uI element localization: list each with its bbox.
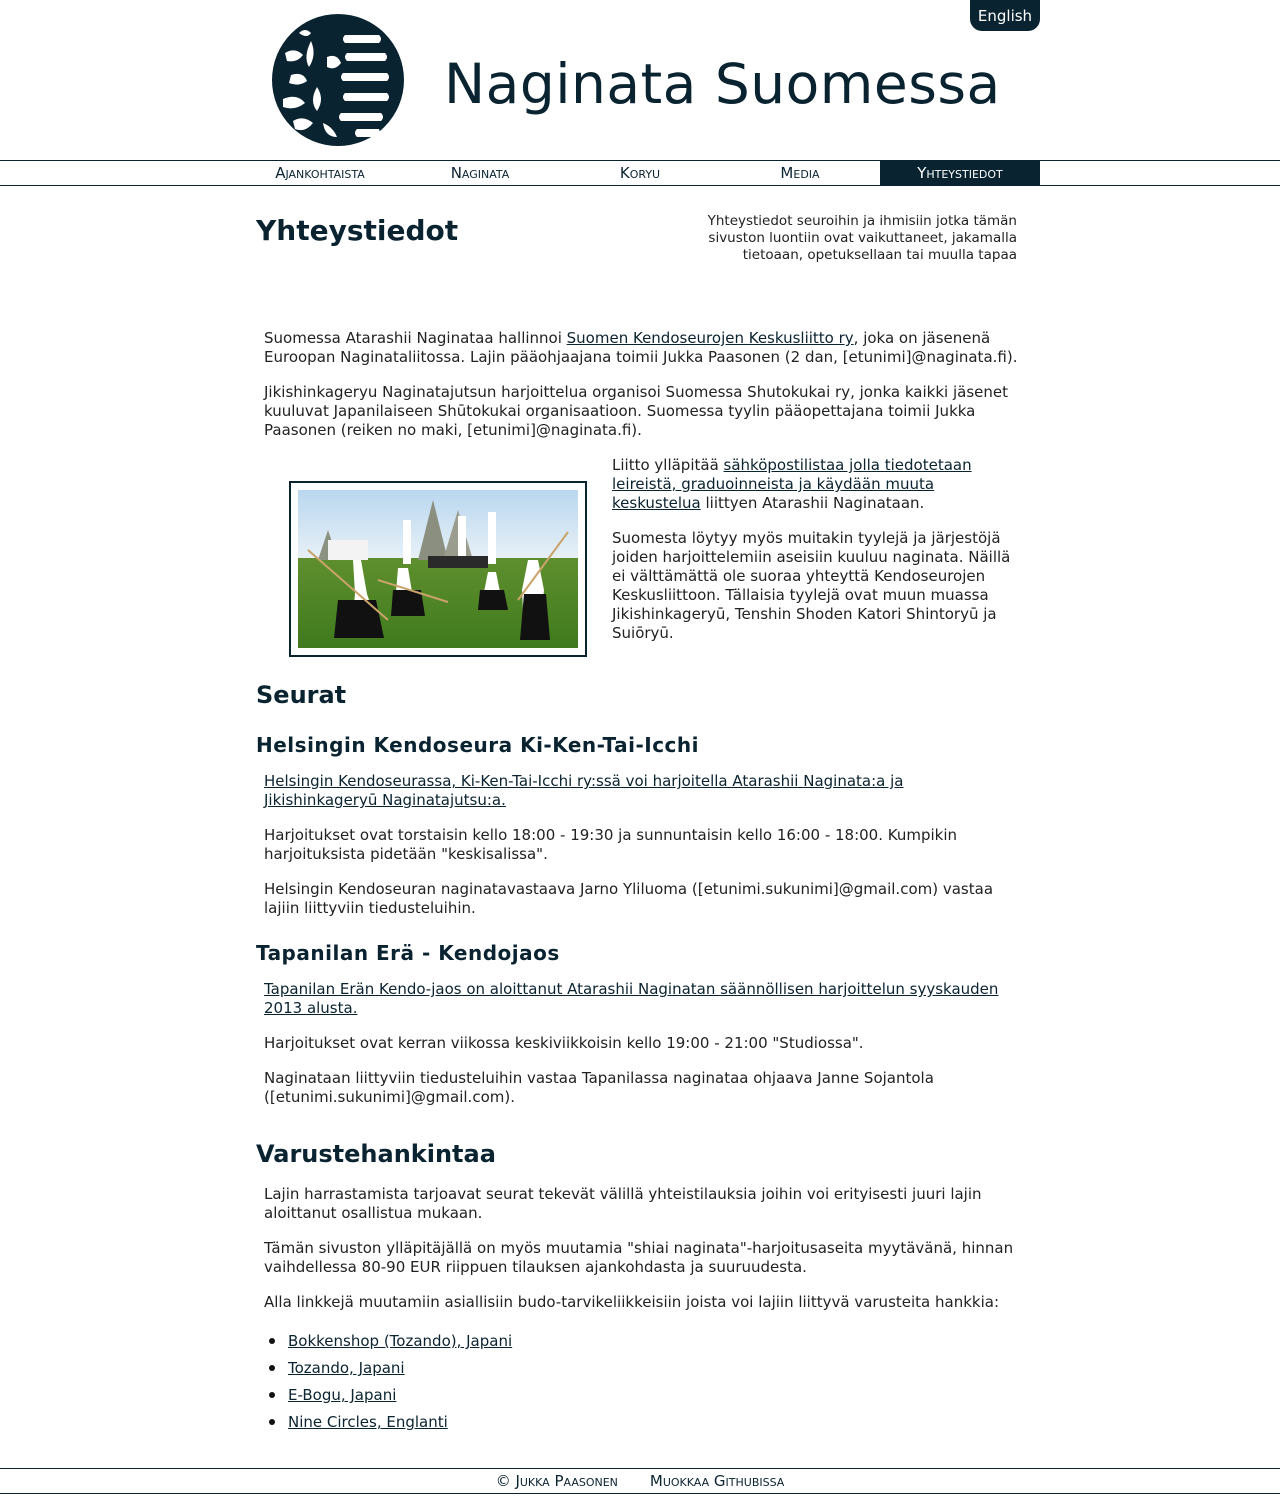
equipment-section: Lajin harrastamista tarjoavat seurat tek… [264, 1185, 1018, 1312]
edit-on-github-link[interactable]: Muokkaa Githubissa [650, 1472, 784, 1490]
list-item: Bokkenshop (Tozando), Japani [264, 1331, 512, 1358]
equipment-paragraph-2: Tämän sivuston ylläpitäjällä on myös muu… [264, 1239, 1014, 1276]
equipment-paragraph-1: Lajin harrastamista tarjoavat seurat tek… [264, 1185, 982, 1222]
shop-link-tozando[interactable]: Tozando, Japani [288, 1359, 405, 1377]
intro-paragraph-1: Suomessa Atarashii Naginataa hallinnoi S… [264, 329, 1018, 366]
club-tapanila-paragraph-2: Harjoitukset ovat kerran viikossa keskiv… [264, 1034, 864, 1052]
intro-paragraph-3: Liitto ylläpitää sähköpostilistaa jolla … [612, 456, 972, 512]
club-helsinki: Helsingin Kendoseurassa, Ki-Ken-Tai-Icch… [264, 772, 1018, 918]
club-title-tapanila: Tapanilan Erä - Kendojaos [256, 941, 560, 965]
intro-side-text: Liitto ylläpitää sähköpostilistaa jolla … [612, 456, 1022, 643]
naginata-practice-photo-icon [298, 490, 578, 648]
nav-item-media[interactable]: Media [720, 161, 880, 185]
footer-copyright: © Jukka Paasonen [495, 1472, 618, 1490]
section-title-varustehankintaa: Varustehankintaa [256, 1140, 496, 1168]
list-item: Tozando, Japani [264, 1358, 512, 1385]
club-tapanila-paragraph-1: Tapanilan Erän Kendo-jaos on aloittanut … [264, 980, 1018, 1018]
shop-list: Bokkenshop (Tozando), Japani Tozando, Ja… [264, 1331, 512, 1439]
language-switch-button[interactable]: English [970, 0, 1040, 31]
club-helsinki-paragraph-3: Helsingin Kendoseuran naginatavastaava J… [264, 880, 994, 917]
footer: © Jukka Paasonen Muokkaa Githubissa [0, 1468, 1280, 1494]
club-tapanila: Tapanilan Erän Kendo-jaos on aloittanut … [264, 980, 1018, 1107]
nav-item-naginata[interactable]: Naginata [400, 161, 560, 185]
list-item: Nine Circles, Englanti [264, 1412, 512, 1439]
shop-link-ebogu[interactable]: E-Bogu, Japani [288, 1386, 396, 1404]
club-helsinki-link[interactable]: Helsingin Kendoseurassa, Ki-Ken-Tai-Icch… [264, 772, 903, 809]
intro-paragraph-2: Jikishinkageryu Naginatajutsun harjoitte… [264, 383, 1008, 439]
shop-link-nine-circles[interactable]: Nine Circles, Englanti [288, 1413, 448, 1431]
nav-item-ajankohtaista[interactable]: Ajankohtaista [240, 161, 400, 185]
nav-item-koryu[interactable]: Koryu [560, 161, 720, 185]
page-title: Yhteystiedot [256, 214, 459, 247]
shop-link-bokkenshop[interactable]: Bokkenshop (Tozando), Japani [288, 1332, 512, 1350]
club-helsinki-paragraph-2: Harjoitukset ovat torstaisin kello 18:00… [264, 826, 958, 863]
main-nav: Ajankohtaista Naginata Koryu Media Yhtey… [0, 160, 1280, 186]
kendo-federation-link[interactable]: Suomen Kendoseurojen Keskusliitto ry [567, 329, 854, 347]
list-item: E-Bogu, Japani [264, 1385, 512, 1412]
club-title-helsinki: Helsingin Kendoseura Ki-Ken-Tai-Icchi [256, 733, 699, 757]
site-title: Naginata Suomessa [444, 52, 1001, 116]
page-description: Yhteystiedot seuroihin ja ihmisiin jotka… [707, 213, 1017, 263]
section-title-seurat: Seurat [256, 681, 347, 709]
intro-section: Suomessa Atarashii Naginataa hallinnoi S… [264, 329, 1018, 440]
club-helsinki-paragraph-1: Helsingin Kendoseurassa, Ki-Ken-Tai-Icch… [264, 772, 1018, 810]
photo-frame [289, 481, 587, 657]
intro-paragraph-4: Suomesta löytyy myös muitakin tyylejä ja… [612, 529, 1011, 642]
nav-item-yhteystiedot[interactable]: Yhteystiedot [880, 161, 1040, 185]
naginata-suomessa-logo-icon[interactable] [271, 13, 405, 147]
club-tapanila-link[interactable]: Tapanilan Erän Kendo-jaos on aloittanut … [264, 980, 998, 1017]
equipment-paragraph-3: Alla linkkejä muutamiin asiallisiin budo… [264, 1293, 999, 1311]
club-tapanila-paragraph-3: Naginataan liittyviin tiedusteluihin vas… [264, 1069, 934, 1106]
